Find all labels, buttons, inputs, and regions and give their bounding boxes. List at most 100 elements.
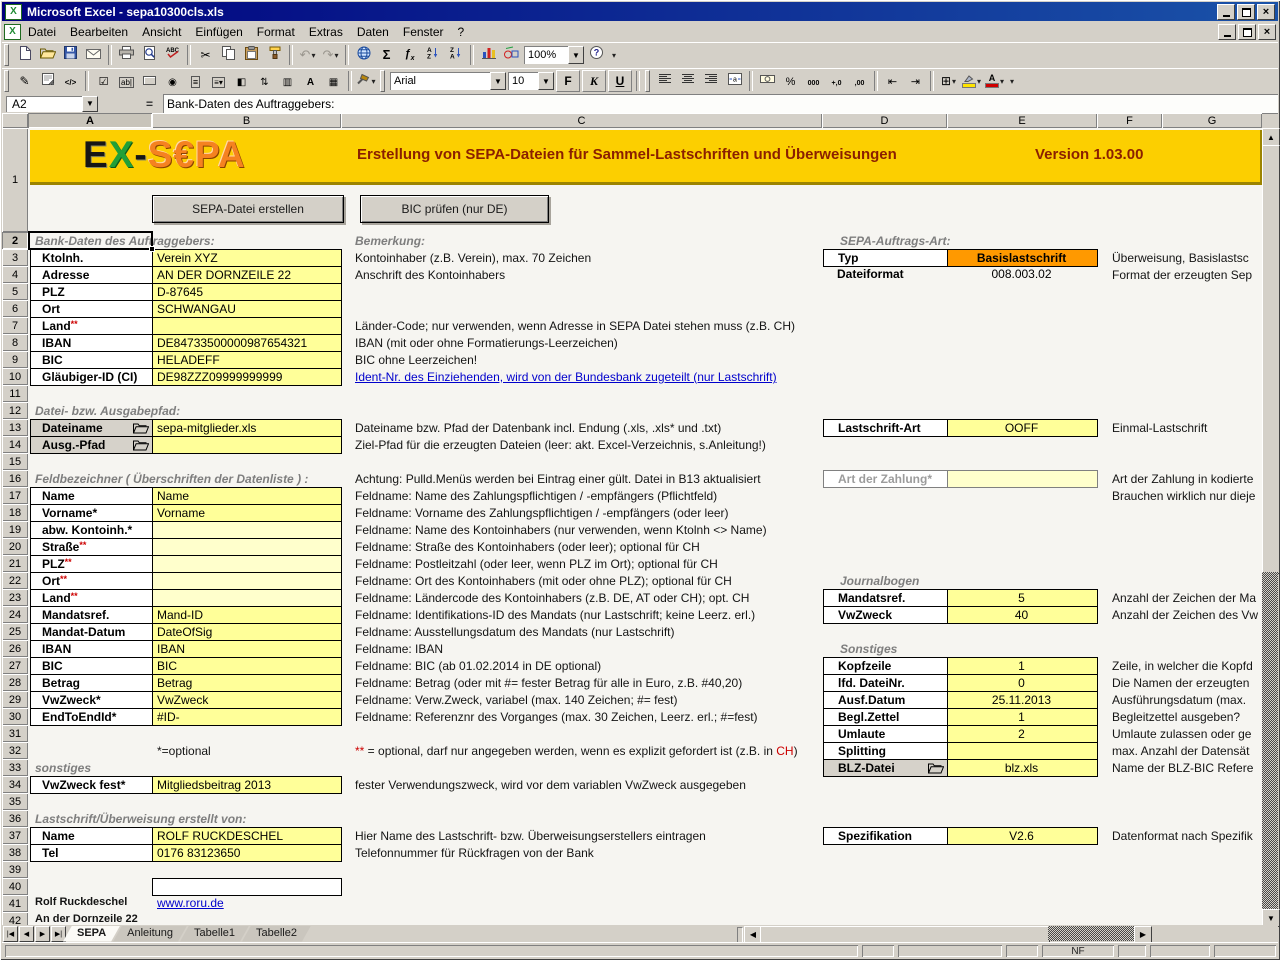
row-header-24[interactable]: 24 bbox=[2, 606, 28, 623]
row-header-33[interactable]: 33 bbox=[2, 759, 28, 776]
horizontal-scrollbar-track[interactable] bbox=[1048, 926, 1134, 941]
row-header-23[interactable]: 23 bbox=[2, 589, 28, 606]
cell-value[interactable]: Basislastschrift bbox=[947, 249, 1098, 267]
cell-value[interactable]: OOFF bbox=[947, 419, 1098, 437]
row-header-15[interactable]: 15 bbox=[2, 453, 28, 470]
cell-value[interactable]: Mitgliedsbeitrag 2013 bbox=[152, 776, 342, 794]
row-header-30[interactable]: 30 bbox=[2, 708, 28, 725]
vertical-scrollbar-thumb[interactable] bbox=[1262, 145, 1280, 574]
row-header-2[interactable]: 2 bbox=[2, 232, 28, 249]
cell-value[interactable]: 5 bbox=[947, 589, 1098, 607]
cell-value[interactable] bbox=[152, 572, 342, 590]
row-label[interactable]: Straße** bbox=[30, 538, 153, 556]
row-header-3[interactable]: 3 bbox=[2, 249, 28, 266]
cell-value[interactable]: ROLF RUCKDESCHEL bbox=[152, 827, 342, 845]
row-label[interactable]: Ort** bbox=[30, 572, 153, 590]
scroll-right-button[interactable]: ▶ bbox=[1134, 926, 1152, 943]
row-header-14[interactable]: 14 bbox=[2, 436, 28, 453]
row-label[interactable]: Kopfzeile bbox=[823, 657, 948, 675]
cell-value[interactable]: 0 bbox=[947, 674, 1098, 692]
sheet-tab-anleitung[interactable]: Anleitung bbox=[113, 926, 187, 942]
row-header-36[interactable]: 36 bbox=[2, 810, 28, 827]
row-header-37[interactable]: 37 bbox=[2, 827, 28, 844]
row-header-4[interactable]: 4 bbox=[2, 266, 28, 283]
row-label[interactable]: Mandatsref. bbox=[823, 589, 948, 607]
cell-value[interactable] bbox=[152, 555, 342, 573]
row-label[interactable]: Umlaute bbox=[823, 725, 948, 743]
row-label[interactable]: Tel bbox=[30, 844, 153, 862]
cell-value[interactable] bbox=[947, 742, 1098, 760]
cell-value[interactable] bbox=[152, 436, 342, 454]
row-header-9[interactable]: 9 bbox=[2, 351, 28, 368]
row-header-19[interactable]: 19 bbox=[2, 521, 28, 538]
cell-value[interactable]: sepa-mitglieder.xls bbox=[152, 419, 342, 437]
row-header-11[interactable]: 11 bbox=[2, 385, 28, 402]
tab-split-handle[interactable] bbox=[737, 927, 743, 943]
row-label[interactable]: Ktolnh. bbox=[30, 249, 153, 267]
row-label[interactable]: lfd. DateiNr. bbox=[823, 674, 948, 692]
row-label[interactable]: Mandatsref. bbox=[30, 606, 153, 624]
row-header-32[interactable]: 32 bbox=[2, 742, 28, 759]
row-header-25[interactable]: 25 bbox=[2, 623, 28, 640]
first-sheet-button[interactable]: |◀ bbox=[3, 926, 18, 942]
cell-value[interactable]: Name bbox=[152, 487, 342, 505]
cell-value[interactable] bbox=[152, 538, 342, 556]
row-label[interactable]: VwZweck fest* bbox=[30, 776, 153, 794]
cell-value[interactable]: 1 bbox=[947, 708, 1098, 726]
row-header-29[interactable]: 29 bbox=[2, 691, 28, 708]
row-label[interactable]: abw. Kontoinh.* bbox=[30, 521, 153, 539]
column-header-A[interactable]: A bbox=[28, 113, 152, 128]
row-label[interactable]: VwZweck bbox=[823, 606, 948, 624]
cell-value[interactable]: AN DER DORNZEILE 22 bbox=[152, 266, 342, 284]
row-label[interactable]: VwZweck* bbox=[30, 691, 153, 709]
last-sheet-button[interactable]: ▶| bbox=[51, 926, 66, 942]
cell-value[interactable]: SCHWANGAU bbox=[152, 300, 342, 318]
create-sepa-file-button[interactable]: SEPA-Datei erstellen bbox=[152, 195, 344, 223]
row-label[interactable]: Dateiname bbox=[30, 419, 153, 437]
row-header-13[interactable]: 13 bbox=[2, 419, 28, 436]
row-header-8[interactable]: 8 bbox=[2, 334, 28, 351]
row-header-21[interactable]: 21 bbox=[2, 555, 28, 572]
folder-icon[interactable] bbox=[928, 762, 944, 777]
column-header-C[interactable]: C bbox=[341, 113, 822, 128]
row-label[interactable]: Ausg.-Pfad bbox=[30, 436, 153, 454]
row-label[interactable]: Mandat-Datum bbox=[30, 623, 153, 641]
cell-value[interactable]: DateOfSig bbox=[152, 623, 342, 641]
footer-website-link[interactable]: www.roru.de bbox=[157, 896, 224, 910]
row-header-40[interactable]: 40 bbox=[2, 878, 28, 895]
cell-selection-a2[interactable] bbox=[28, 231, 153, 250]
cell-value[interactable]: Verein XYZ bbox=[152, 249, 342, 267]
row-label[interactable]: Vorname* bbox=[30, 504, 153, 522]
row-header-35[interactable]: 35 bbox=[2, 793, 28, 810]
row-label[interactable]: Betrag bbox=[30, 674, 153, 692]
cell-value[interactable]: 008.003.02 bbox=[947, 266, 1098, 284]
row-label[interactable]: Adresse bbox=[30, 266, 153, 284]
cell-value[interactable]: #ID- bbox=[152, 708, 342, 726]
row-header-28[interactable]: 28 bbox=[2, 674, 28, 691]
cell-value[interactable]: 2 bbox=[947, 725, 1098, 743]
row-label[interactable]: Art der Zahlung* bbox=[823, 470, 948, 488]
folder-icon[interactable] bbox=[133, 422, 149, 437]
row-header-17[interactable]: 17 bbox=[2, 487, 28, 504]
row-label[interactable]: PLZ** bbox=[30, 555, 153, 573]
row-header-38[interactable]: 38 bbox=[2, 844, 28, 861]
cell-value[interactable]: D-87645 bbox=[152, 283, 342, 301]
sheet-tab-sepa[interactable]: SEPA bbox=[63, 926, 120, 942]
row-header-22[interactable]: 22 bbox=[2, 572, 28, 589]
row-header-34[interactable]: 34 bbox=[2, 776, 28, 793]
previous-sheet-button[interactable]: ◀ bbox=[19, 926, 34, 942]
sheet-tab-tabelle1[interactable]: Tabelle1 bbox=[180, 926, 249, 942]
cell-value[interactable]: V2.6 bbox=[947, 827, 1098, 845]
row-label[interactable]: IBAN bbox=[30, 334, 153, 352]
row-header-41[interactable]: 41 bbox=[2, 895, 28, 912]
cell-value[interactable]: 1 bbox=[947, 657, 1098, 675]
row-label[interactable]: Begl.Zettel bbox=[823, 708, 948, 726]
row-label[interactable]: Splitting bbox=[823, 742, 948, 760]
cell-value[interactable]: blz.xls bbox=[947, 759, 1098, 777]
row-label[interactable]: EndToEndId* bbox=[30, 708, 153, 726]
scroll-up-button[interactable]: ▲ bbox=[1262, 128, 1280, 146]
row-header-12[interactable]: 12 bbox=[2, 402, 28, 419]
column-header-G[interactable]: G bbox=[1162, 113, 1262, 128]
column-header-E[interactable]: E bbox=[947, 113, 1097, 128]
cell-value[interactable]: IBAN bbox=[152, 640, 342, 658]
